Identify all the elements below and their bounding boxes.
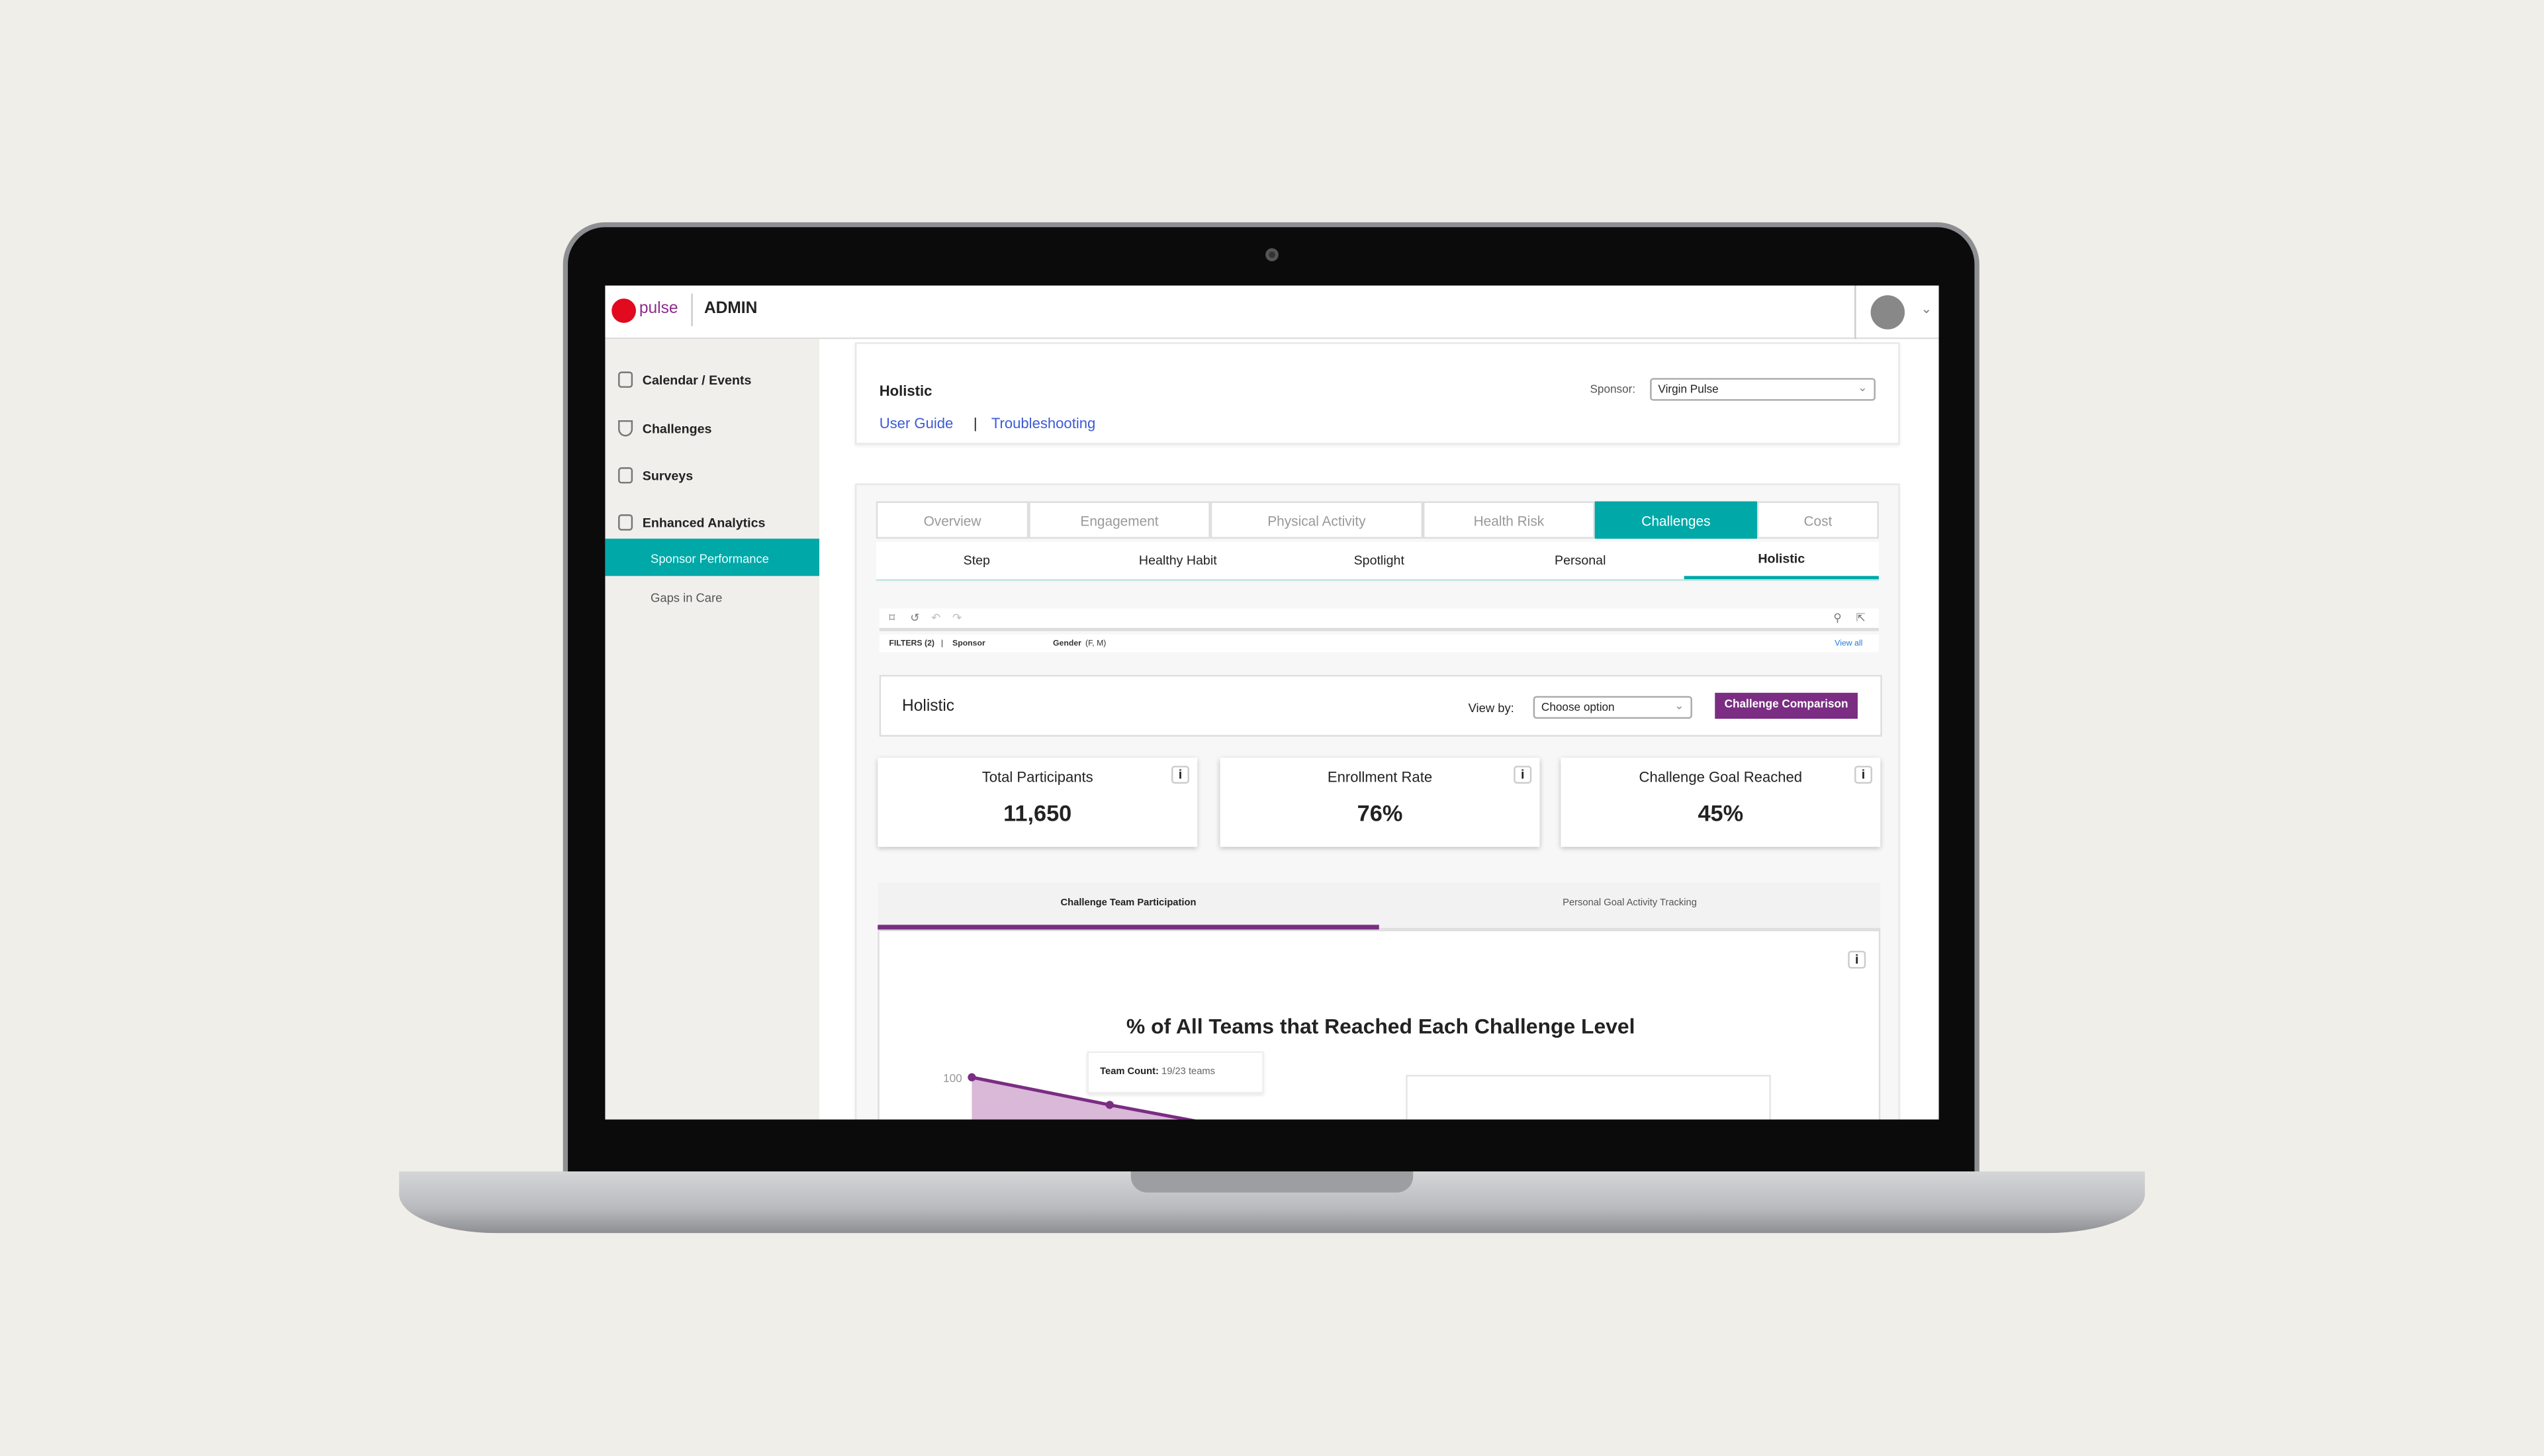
kpi-value: 76% xyxy=(1357,799,1403,826)
avatar[interactable] xyxy=(1870,295,1905,330)
sponsor-value: Virgin Pulse xyxy=(1658,385,1719,396)
holistic-section-header: Holistic View by: Choose option ⌄ Challen… xyxy=(879,674,1882,737)
redo-icon[interactable]: ↷ xyxy=(952,612,962,625)
filter-bar: FILTERS (2) | Sponsor Gender (F, M) View… xyxy=(879,634,1879,653)
troubleshooting-link[interactable]: Troubleshooting xyxy=(991,416,1095,432)
subtab-healthy-habit[interactable]: Healthy Habit xyxy=(1077,542,1279,579)
filter-gender-value: (F, M) xyxy=(1085,639,1107,649)
y-tick-label: 100 xyxy=(943,1071,962,1085)
sponsor-select[interactable]: Virgin Pulse ⌄ xyxy=(1650,378,1876,401)
divider xyxy=(691,293,693,326)
trophy-icon xyxy=(618,420,633,437)
tooltip-label: Team Count: xyxy=(1100,1068,1159,1077)
subtab-personal[interactable]: Personal xyxy=(1480,542,1681,579)
subtab-spotlight[interactable]: Spotlight xyxy=(1279,542,1480,579)
sponsor-label: Sponsor: xyxy=(1590,385,1636,396)
separator: | xyxy=(940,639,944,649)
sidebar-item-calendar[interactable]: Calendar / Events xyxy=(618,371,751,388)
info-icon[interactable]: i xyxy=(1854,766,1873,784)
user-guide-link[interactable]: User Guide xyxy=(880,416,954,432)
filter-gender[interactable]: Gender xyxy=(1053,639,1081,649)
sidebar-item-surveys[interactable]: Surveys xyxy=(618,467,693,484)
laptop-notch xyxy=(1130,1171,1414,1193)
view-all-link[interactable]: View all xyxy=(1835,639,1862,649)
chevron-down-icon[interactable]: ⌄ xyxy=(1921,302,1932,316)
kpi-value: 45% xyxy=(1698,799,1744,826)
chevron-down-icon: ⌄ xyxy=(1858,383,1868,394)
kpi-enrollment-rate: Enrollment Rate 76% i xyxy=(1220,757,1540,847)
sidebar-item-challenges[interactable]: Challenges xyxy=(618,420,711,437)
sidebar-item-label: Surveys xyxy=(642,468,694,483)
filter-icon[interactable]: ⚲ xyxy=(1833,612,1842,625)
info-icon[interactable]: i xyxy=(1514,766,1532,784)
logo-text: pulse xyxy=(639,300,678,318)
data-point[interactable] xyxy=(968,1073,976,1081)
tab-overview[interactable]: Overview xyxy=(876,501,1029,539)
tab-challenges[interactable]: Challenges xyxy=(1594,501,1757,539)
subtab-step[interactable]: Step xyxy=(876,542,1077,579)
revert-icon[interactable]: ↺ xyxy=(910,612,919,625)
kpi-label: Total Participants xyxy=(981,769,1093,786)
view-by-value: Choose option xyxy=(1541,702,1615,714)
chart-card: i % of All Teams that Reached Each Chall… xyxy=(878,929,1881,1120)
divider xyxy=(1854,285,1856,340)
tab-physical-activity[interactable]: Physical Activity xyxy=(1210,501,1423,539)
separator: | xyxy=(973,415,977,432)
chart-tabs: Challenge Team Participation Personal Go… xyxy=(878,882,1881,930)
kpi-label: Enrollment Rate xyxy=(1327,769,1433,786)
calendar-icon xyxy=(618,371,633,388)
kpi-value: 11,650 xyxy=(1003,799,1072,826)
kpi-label: Challenge Goal Reached xyxy=(1639,769,1803,786)
subtab-holistic[interactable]: Holistic xyxy=(1684,542,1879,580)
tab-engagement[interactable]: Engagement xyxy=(1028,501,1210,539)
tab-health-risk[interactable]: Health Risk xyxy=(1422,501,1595,539)
tab-cost[interactable]: Cost xyxy=(1756,501,1879,539)
kpi-total-participants: Total Participants 11,650 i xyxy=(878,757,1198,847)
camera-icon xyxy=(1265,248,1279,261)
sidebar-item-label: Enhanced Analytics xyxy=(642,515,766,530)
screen: pulse ADMIN ⌄ Calendar / Events Challeng… xyxy=(605,285,1939,1120)
legend-box xyxy=(1406,1075,1771,1120)
main-tabs: Overview Engagement Physical Activity He… xyxy=(876,501,1879,541)
area-chart: 100 xyxy=(943,1071,1771,1120)
clipboard-icon xyxy=(618,467,633,484)
undo-icon[interactable]: ↶ xyxy=(931,612,940,625)
sidebar: Calendar / Events Challenges Surveys Enh… xyxy=(605,339,820,1120)
virgin-logo-icon xyxy=(612,298,636,323)
sidebar-item-enhanced-analytics[interactable]: Enhanced Analytics xyxy=(618,514,765,531)
bookmark-icon[interactable]: ⌑ xyxy=(889,612,895,625)
sidebar-item-sponsor-performance[interactable]: Sponsor Performance xyxy=(605,538,820,576)
view-by-select[interactable]: Choose option ⌄ xyxy=(1533,696,1692,719)
chevron-down-icon: ⌄ xyxy=(1674,701,1684,713)
info-icon[interactable]: i xyxy=(1171,766,1189,784)
app-label: ADMIN xyxy=(704,300,758,318)
challenge-comparison-button[interactable]: Challenge Comparison xyxy=(1715,692,1858,719)
top-header: pulse ADMIN ⌄ xyxy=(605,285,1939,340)
section-title: Holistic xyxy=(902,698,955,716)
sidebar-item-label: Calendar / Events xyxy=(642,372,752,387)
chart-tooltip: Team Count: 19/23 teams xyxy=(1087,1051,1264,1094)
data-point[interactable] xyxy=(1105,1101,1114,1109)
page-title: Holistic xyxy=(879,383,932,400)
filters-label: FILTERS (2) xyxy=(889,639,934,649)
tooltip-value: 19/23 teams xyxy=(1161,1068,1216,1077)
page-header-card: Holistic User Guide | Troubleshooting Sp… xyxy=(854,342,1900,445)
filter-sponsor[interactable]: Sponsor xyxy=(952,639,985,649)
analytics-icon xyxy=(618,514,633,531)
sidebar-item-gaps-in-care[interactable]: Gaps in Care xyxy=(651,590,722,605)
main-content: Holistic User Guide | Troubleshooting Sp… xyxy=(819,339,1939,1120)
tab-personal-goal-activity-tracking[interactable]: Personal Goal Activity Tracking xyxy=(1379,883,1881,930)
tab-challenge-team-participation[interactable]: Challenge Team Participation xyxy=(878,883,1379,930)
dashboard-toolbar: ⌑ ↺ ↶ ↷ ⚲ ⇱ xyxy=(879,608,1879,631)
share-icon[interactable]: ⇱ xyxy=(1856,612,1866,625)
sidebar-item-label: Challenges xyxy=(642,421,712,436)
view-by-label: View by: xyxy=(1468,701,1514,716)
sub-tabs: Step Healthy Habit Spotlight Personal Ho… xyxy=(876,541,1879,581)
kpi-challenge-goal-reached: Challenge Goal Reached 45% i xyxy=(1561,757,1881,847)
